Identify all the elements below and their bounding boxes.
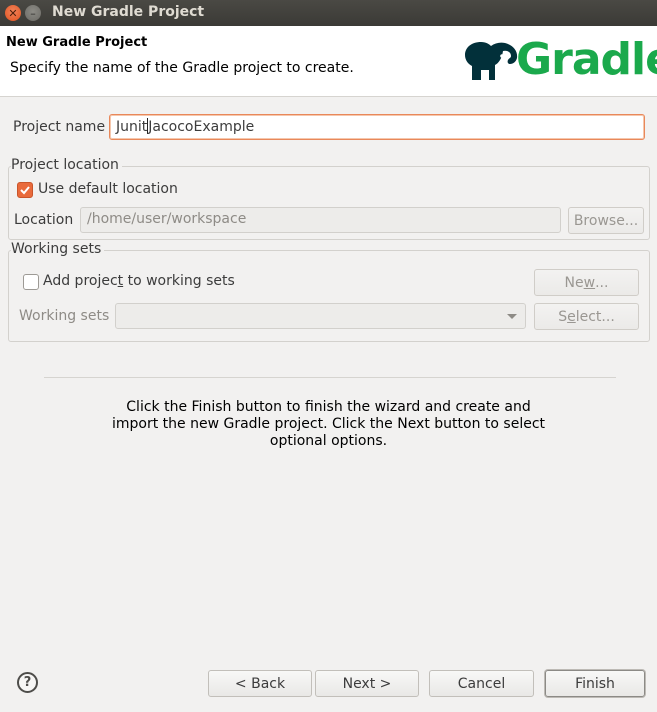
- help-icon[interactable]: ?: [17, 672, 38, 693]
- title-bar: ✕ – New Gradle Project: [0, 0, 657, 26]
- close-window-button[interactable]: ✕: [5, 5, 21, 21]
- location-input[interactable]: /home/user/workspace: [80, 207, 561, 233]
- minimize-icon: –: [30, 6, 36, 20]
- page-title: New Gradle Project: [6, 35, 148, 50]
- project-name-value-part1: Junit: [116, 119, 148, 135]
- window-title: New Gradle Project: [52, 4, 205, 20]
- working-sets-combo[interactable]: [115, 303, 526, 329]
- close-icon: ✕: [8, 6, 18, 20]
- minimize-window-button[interactable]: –: [25, 5, 41, 21]
- chevron-down-icon: [507, 314, 517, 319]
- project-name-label: Project name: [13, 119, 106, 135]
- back-button[interactable]: < Back: [208, 670, 312, 697]
- cancel-button[interactable]: Cancel: [429, 670, 534, 697]
- working-sets-combo-label: Working sets: [19, 308, 110, 324]
- checkmark-icon: [20, 186, 30, 195]
- info-text: Click the Finish button to finish the wi…: [111, 399, 546, 449]
- project-name-value-part2: JacocoExample: [148, 119, 255, 135]
- browse-button[interactable]: Browse...: [568, 207, 644, 234]
- new-working-set-button[interactable]: Ne w...: [534, 269, 639, 296]
- page-description: Specify the name of the Gradle project t…: [10, 60, 354, 76]
- logo-text: Gradle: [516, 34, 657, 85]
- select-working-set-button[interactable]: Se lect...: [534, 303, 639, 330]
- separator: [44, 377, 616, 378]
- gradle-logo: Gradle: [462, 34, 657, 86]
- working-sets-title: Working sets: [11, 241, 105, 257]
- add-to-working-sets-checkbox[interactable]: [23, 274, 39, 290]
- add-to-working-sets-label[interactable]: Add project to working sets: [43, 273, 235, 289]
- elephant-icon: [465, 42, 518, 80]
- use-default-location-checkbox[interactable]: [17, 182, 33, 198]
- finish-button[interactable]: Finish: [545, 670, 645, 697]
- project-location-title: Project location: [11, 157, 122, 173]
- project-name-input[interactable]: JunitJacocoExample: [109, 114, 645, 140]
- wizard-header: New Gradle Project Specify the name of t…: [0, 26, 657, 97]
- location-label: Location: [14, 212, 74, 228]
- use-default-location-label[interactable]: Use default location: [38, 181, 178, 197]
- next-button[interactable]: Next >: [315, 670, 419, 697]
